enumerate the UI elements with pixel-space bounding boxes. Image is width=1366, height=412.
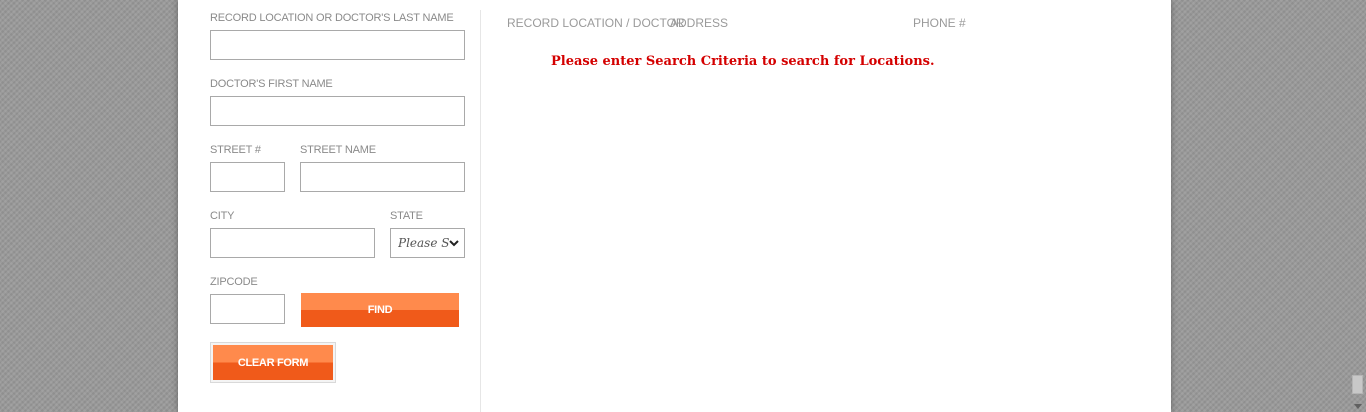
first-name-label: DOCTOR'S FIRST NAME [210, 78, 333, 90]
clear-form-button[interactable]: CLEAR FORM [213, 345, 333, 380]
street-number-input[interactable] [210, 162, 285, 192]
zipcode-input[interactable] [210, 294, 285, 324]
column-header-phone: PHONE # [913, 16, 966, 30]
state-select[interactable]: Please Select [390, 228, 465, 258]
clear-form-button-label: CLEAR FORM [237, 356, 309, 369]
city-input[interactable] [210, 228, 375, 258]
column-header-address: ADDRESS [670, 16, 729, 30]
street-name-input[interactable] [300, 162, 465, 192]
arrow-down-icon[interactable] [1354, 404, 1362, 409]
column-header-location: RECORD LOCATION / DOCTOR [507, 16, 685, 30]
search-prompt-message: Please enter Search Criteria to search f… [551, 54, 935, 69]
state-label: STATE [390, 210, 423, 222]
state-select-value: Please Select [398, 236, 450, 250]
zipcode-label: ZIPCODE [210, 276, 258, 288]
scrollbar-thumb[interactable] [1352, 375, 1363, 394]
first-name-input[interactable] [210, 96, 465, 126]
find-button-label: FIND [367, 304, 393, 316]
column-divider [480, 10, 481, 412]
street-number-label: STREET # [210, 144, 261, 156]
last-name-label: RECORD LOCATION OR DOCTOR'S LAST NAME [210, 12, 454, 24]
street-name-label: STREET NAME [300, 144, 376, 156]
find-button[interactable]: FIND [301, 293, 459, 327]
last-name-input[interactable] [210, 30, 465, 60]
chevron-down-icon [449, 240, 459, 247]
city-label: CITY [210, 210, 235, 222]
page-scrollbar[interactable] [1349, 0, 1366, 412]
